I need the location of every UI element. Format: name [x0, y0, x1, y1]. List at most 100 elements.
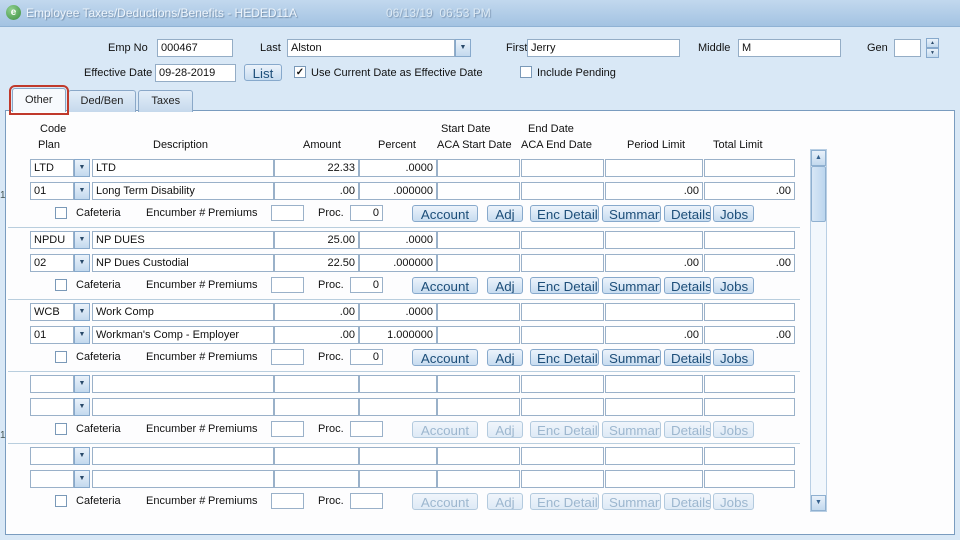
cafeteria-checkbox[interactable]: [55, 351, 67, 363]
code-percent-field[interactable]: .0000: [359, 231, 437, 249]
jobs-button[interactable]: Jobs: [713, 277, 754, 294]
code-percent-field[interactable]: .0000: [359, 303, 437, 321]
details-button[interactable]: Details: [664, 493, 711, 510]
code-total-limit-field[interactable]: [704, 303, 795, 321]
tab-taxes[interactable]: Taxes: [138, 90, 194, 112]
code-period-limit-field[interactable]: [605, 303, 703, 321]
premiums-field[interactable]: [271, 205, 304, 221]
plan-amount-field[interactable]: [274, 470, 359, 488]
plan-total-limit-field[interactable]: .00: [704, 254, 795, 272]
tab-ded-ben[interactable]: Ded/Ben: [67, 90, 137, 112]
plan-dropdown-button[interactable]: ▼: [74, 326, 90, 344]
plan-aca-end-date-field[interactable]: [521, 326, 604, 344]
code-field[interactable]: WCB: [30, 303, 74, 321]
spinner-down-button[interactable]: ▼: [926, 48, 939, 58]
plan-amount-field[interactable]: .00: [274, 326, 359, 344]
code-period-limit-field[interactable]: [605, 231, 703, 249]
scroll-up-button[interactable]: ▲: [811, 150, 826, 166]
gen-field[interactable]: [894, 39, 921, 57]
code-aca-end-date-field[interactable]: [521, 375, 604, 393]
plan-total-limit-field[interactable]: [704, 470, 795, 488]
code-percent-field[interactable]: [359, 447, 437, 465]
code-dropdown-button[interactable]: ▼: [74, 159, 90, 177]
plan-aca-start-date-field[interactable]: [437, 470, 520, 488]
cafeteria-checkbox[interactable]: [55, 495, 67, 507]
plan-aca-end-date-field[interactable]: [521, 470, 604, 488]
code-aca-start-date-field[interactable]: [437, 303, 520, 321]
summary-button[interactable]: Summary: [602, 421, 661, 438]
plan-aca-start-date-field[interactable]: [437, 398, 520, 416]
details-button[interactable]: Details: [664, 349, 711, 366]
code-field[interactable]: NPDU: [30, 231, 74, 249]
premiums-field[interactable]: [271, 349, 304, 365]
plan-amount-field[interactable]: .00: [274, 182, 359, 200]
code-period-limit-field[interactable]: [605, 375, 703, 393]
code-description-field[interactable]: [92, 447, 274, 465]
emp-no-field[interactable]: 000467: [157, 39, 233, 57]
code-aca-end-date-field[interactable]: [521, 303, 604, 321]
code-aca-end-date-field[interactable]: [521, 159, 604, 177]
plan-amount-field[interactable]: 22.50: [274, 254, 359, 272]
code-total-limit-field[interactable]: [704, 159, 795, 177]
effective-date-field[interactable]: 09-28-2019: [155, 64, 236, 82]
code-amount-field[interactable]: [274, 375, 359, 393]
adj-button[interactable]: Adj: [487, 493, 523, 510]
code-dropdown-button[interactable]: ▼: [74, 447, 90, 465]
plan-description-field[interactable]: Long Term Disability: [92, 182, 274, 200]
code-total-limit-field[interactable]: [704, 375, 795, 393]
plan-field[interactable]: [30, 470, 74, 488]
scrollbar-thumb[interactable]: [811, 166, 826, 222]
code-aca-start-date-field[interactable]: [437, 375, 520, 393]
middle-name-field[interactable]: M: [738, 39, 841, 57]
code-dropdown-button[interactable]: ▼: [74, 231, 90, 249]
code-aca-start-date-field[interactable]: [437, 447, 520, 465]
plan-dropdown-button[interactable]: ▼: [74, 470, 90, 488]
account-button[interactable]: Account: [412, 421, 478, 438]
plan-period-limit-field[interactable]: [605, 470, 703, 488]
details-button[interactable]: Details: [664, 421, 711, 438]
plan-description-field[interactable]: NP Dues Custodial: [92, 254, 274, 272]
plan-aca-start-date-field[interactable]: [437, 254, 520, 272]
code-percent-field[interactable]: [359, 375, 437, 393]
plan-aca-start-date-field[interactable]: [437, 326, 520, 344]
include-pending-checkbox[interactable]: [520, 66, 532, 78]
plan-percent-field[interactable]: 1.000000: [359, 326, 437, 344]
jobs-button[interactable]: Jobs: [713, 421, 754, 438]
plan-percent-field[interactable]: .000000: [359, 182, 437, 200]
last-name-dropdown-button[interactable]: ▼: [455, 39, 471, 57]
plan-period-limit-field[interactable]: [605, 398, 703, 416]
plan-period-limit-field[interactable]: .00: [605, 182, 703, 200]
code-dropdown-button[interactable]: ▼: [74, 303, 90, 321]
account-button[interactable]: Account: [412, 493, 478, 510]
plan-percent-field[interactable]: .000000: [359, 254, 437, 272]
proc-field[interactable]: [350, 493, 383, 509]
proc-field[interactable]: 0: [350, 349, 383, 365]
plan-aca-end-date-field[interactable]: [521, 182, 604, 200]
code-percent-field[interactable]: .0000: [359, 159, 437, 177]
plan-dropdown-button[interactable]: ▼: [74, 254, 90, 272]
details-button[interactable]: Details: [664, 205, 711, 222]
code-total-limit-field[interactable]: [704, 447, 795, 465]
code-aca-start-date-field[interactable]: [437, 159, 520, 177]
code-dropdown-button[interactable]: ▼: [74, 375, 90, 393]
use-current-date-checkbox[interactable]: ✓: [294, 66, 306, 78]
cafeteria-checkbox[interactable]: [55, 279, 67, 291]
plan-field[interactable]: [30, 398, 74, 416]
plan-dropdown-button[interactable]: ▼: [74, 182, 90, 200]
summary-button[interactable]: Summary: [602, 205, 661, 222]
jobs-button[interactable]: Jobs: [713, 493, 754, 510]
plan-total-limit-field[interactable]: [704, 398, 795, 416]
plan-aca-start-date-field[interactable]: [437, 182, 520, 200]
adj-button[interactable]: Adj: [487, 277, 523, 294]
proc-field[interactable]: [350, 421, 383, 437]
code-amount-field[interactable]: 22.33: [274, 159, 359, 177]
spinner-up-button[interactable]: ▲: [926, 38, 939, 48]
enc-details-button[interactable]: Enc Details: [530, 277, 599, 294]
enc-details-button[interactable]: Enc Details: [530, 493, 599, 510]
code-period-limit-field[interactable]: [605, 159, 703, 177]
code-field[interactable]: LTD: [30, 159, 74, 177]
list-button[interactable]: List: [244, 64, 282, 81]
code-description-field[interactable]: LTD: [92, 159, 274, 177]
cafeteria-checkbox[interactable]: [55, 423, 67, 435]
plan-total-limit-field[interactable]: .00: [704, 182, 795, 200]
